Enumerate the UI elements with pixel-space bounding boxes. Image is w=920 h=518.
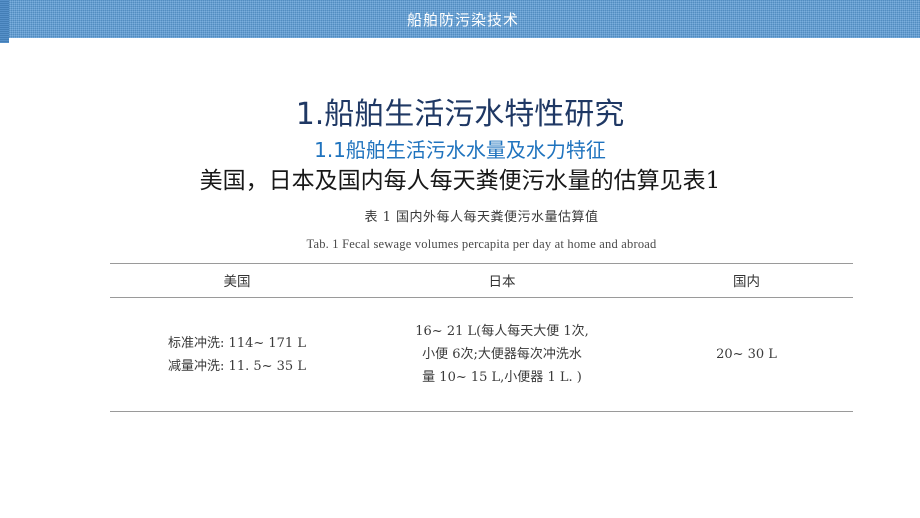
cell-domestic-line-1: 20~ 30 L: [716, 347, 777, 362]
page-subtitle: 1.1船舶生活污水水量及水力特征: [314, 138, 606, 162]
cell-usa-line-1: 标准冲洗: 114~ 171 L: [168, 335, 306, 351]
cell-domestic-values: 20~ 30 L: [640, 297, 853, 412]
table-row: 标准冲洗: 114~ 171 L 减量冲洗: 11. 5~ 35 L 16~ 2…: [110, 297, 853, 412]
table-caption-english: Tab. 1 Fecal sewage volumes percapita pe…: [306, 237, 657, 251]
cell-japan-line-1: 16~ 21 L(每人每天大便 1次,: [415, 324, 589, 339]
slide-header-banner: 船舶防污染技术: [0, 0, 920, 43]
cell-usa-values: 标准冲洗: 114~ 171 L 减量冲洗: 11. 5~ 35 L: [110, 297, 364, 412]
header-left-tab: [0, 0, 9, 43]
sewage-volume-table: 美国 日本 国内 标准冲洗: 114~ 171 L 减量冲洗: 11. 5~ 3…: [110, 263, 853, 412]
cell-japan-line-3: 量 10~ 15 L,小便器 1 L. ): [422, 370, 582, 385]
lead-paragraph: 美国，日本及国内每人每天粪便污水量的估算见表1: [199, 168, 721, 194]
cell-japan-line-2: 小便 6次;大便器每次冲洗水: [422, 347, 582, 362]
table-header-row: 美国 日本 国内: [110, 263, 853, 298]
column-header-domestic: 国内: [640, 263, 853, 298]
header-title: 船舶防污染技术: [406, 10, 519, 29]
table-caption-chinese: 表 1 国内外每人每天粪便污水量估算值: [364, 210, 599, 225]
table-figure: 表 1 国内外每人每天粪便污水量估算值 Tab. 1 Fecal sewage …: [110, 208, 853, 412]
column-header-usa: 美国: [110, 263, 364, 298]
cell-japan-values: 16~ 21 L(每人每天大便 1次, 小便 6次;大便器每次冲洗水 量 10~…: [364, 297, 640, 412]
page-title: 1.船舶生活污水特性研究: [295, 97, 625, 132]
slide-title-block: 1.船舶生活污水特性研究 1.1船舶生活污水水量及水力特征 美国，日本及国内每人…: [0, 96, 920, 196]
column-header-japan: 日本: [364, 263, 640, 298]
cell-usa-line-2: 减量冲洗: 11. 5~ 35 L: [168, 358, 306, 374]
